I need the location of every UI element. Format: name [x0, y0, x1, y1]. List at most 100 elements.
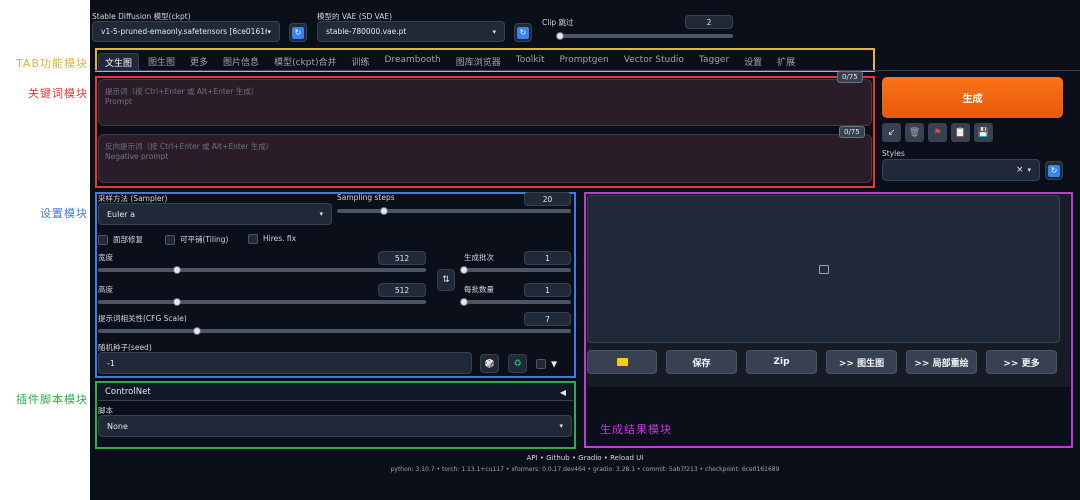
- batch-count-label: 生成批次: [464, 253, 494, 262]
- model-value: v1-5-pruned-emaonly.safetensors [6ce0161…: [101, 27, 268, 36]
- refresh-model-button[interactable]: ↻: [289, 23, 307, 42]
- trash-icon: 🗑: [908, 127, 921, 138]
- checkbox-box[interactable]: [165, 235, 175, 245]
- prompt-placeholder-1: 提示词（按 Ctrl+Enter 或 Alt+Enter 生成）: [105, 87, 259, 96]
- batch-count-input[interactable]: 1: [524, 251, 571, 265]
- annotation-keywords: 关键词模块: [28, 87, 88, 100]
- extra-networks-button[interactable]: ⚑: [928, 123, 947, 142]
- folder-icon: [616, 358, 628, 366]
- sampler-value: Euler a: [107, 209, 136, 219]
- clip-skip-input[interactable]: 2: [685, 15, 733, 29]
- tab-11[interactable]: Tagger: [693, 53, 735, 71]
- tab-12[interactable]: 设置: [738, 53, 768, 71]
- controlnet-accordion[interactable]: ControlNet ◀: [98, 384, 573, 401]
- cfg-slider[interactable]: [98, 327, 571, 335]
- controlnet-label: ControlNet: [105, 387, 151, 397]
- annotation-tab: TAB功能模块: [16, 57, 88, 70]
- save-icon: 💾: [977, 127, 990, 138]
- read-params-button[interactable]: ↙: [882, 123, 901, 142]
- script-select[interactable]: None ▾: [98, 415, 572, 437]
- tab-7[interactable]: 图库浏览器: [450, 53, 507, 71]
- slider-thumb[interactable]: [172, 298, 181, 306]
- result-button-4[interactable]: >> 更多: [986, 350, 1057, 374]
- script-value: None: [107, 421, 128, 431]
- cfg-label: 提示词相关性(CFG Scale): [98, 314, 187, 323]
- arrow-icon: ↙: [887, 127, 896, 138]
- result-button-3[interactable]: >> 局部重绘: [906, 350, 977, 374]
- sampler-select[interactable]: Euler a ▾: [98, 203, 332, 225]
- reuse-seed-button[interactable]: ♻: [508, 354, 527, 373]
- checkbox-box[interactable]: [98, 235, 108, 245]
- negative-placeholder-2: Negative prompt: [105, 152, 169, 161]
- styles-select[interactable]: × ▾: [882, 159, 1040, 181]
- random-seed-button[interactable]: 🎲: [480, 354, 499, 373]
- batch-count-slider[interactable]: [460, 266, 571, 274]
- slider-thumb[interactable]: [556, 32, 564, 40]
- prompt-textarea[interactable]: 提示词（按 Ctrl+Enter 或 Alt+Enter 生成） Prompt: [98, 79, 872, 126]
- styles-label: Styles: [882, 149, 905, 158]
- width-slider[interactable]: [98, 266, 426, 274]
- tab-6[interactable]: Dreambooth: [379, 53, 447, 71]
- vae-select[interactable]: stable-780000.vae.pt ▾: [317, 21, 505, 42]
- result-button-0[interactable]: 保存: [666, 350, 737, 374]
- hires-checkbox[interactable]: Hires. fix: [248, 234, 296, 244]
- face-restore-checkbox[interactable]: 面部修复: [98, 234, 143, 245]
- checkbox-box[interactable]: [248, 234, 258, 244]
- slider-thumb[interactable]: [460, 266, 468, 274]
- footer-versions: python: 3.10.7 • torch: 1.13.1+cu117 • x…: [390, 466, 780, 473]
- result-button-1[interactable]: Zip: [746, 350, 817, 374]
- extra-seed-toggle[interactable]: ▼: [536, 359, 557, 369]
- clip-skip-slider[interactable]: [556, 32, 733, 40]
- cfg-input[interactable]: 7: [524, 312, 571, 326]
- slider-thumb[interactable]: [379, 207, 388, 215]
- tab-13[interactable]: 扩展: [771, 53, 801, 71]
- steps-slider[interactable]: [337, 207, 571, 215]
- negative-placeholder-1: 反向提示词（按 Ctrl+Enter 或 Alt+Enter 生成）: [105, 142, 274, 151]
- flag-icon: ⚑: [933, 127, 942, 138]
- tiling-checkbox[interactable]: 可平铺(Tiling): [165, 234, 228, 245]
- generate-button[interactable]: 生成: [882, 77, 1063, 118]
- swap-dimensions-button[interactable]: ⇅: [437, 269, 455, 291]
- tab-3[interactable]: 图片信息: [217, 53, 265, 71]
- clear-prompt-button[interactable]: 🗑: [905, 123, 924, 142]
- tab-4[interactable]: 模型(ckpt)合并: [268, 53, 342, 71]
- seed-input[interactable]: -1: [98, 352, 472, 374]
- footer-links[interactable]: API • Github • Gradio • Reload UI: [90, 454, 1080, 462]
- open-folder-button[interactable]: [587, 350, 657, 374]
- batch-size-label: 每批数量: [464, 285, 494, 294]
- prompt-token-counter: 0/75: [837, 71, 863, 83]
- width-input[interactable]: 512: [378, 251, 426, 265]
- slider-thumb[interactable]: [172, 266, 181, 274]
- save-style-button[interactable]: 💾: [974, 123, 993, 142]
- height-input[interactable]: 512: [378, 283, 426, 297]
- model-select[interactable]: v1-5-pruned-emaonly.safetensors [6ce0161…: [92, 21, 280, 42]
- annotation-plugins: 插件脚本模块: [16, 393, 88, 406]
- tab-0[interactable]: 文生图: [98, 53, 140, 71]
- tab-9[interactable]: Promptgen: [553, 53, 614, 71]
- tab-5[interactable]: 训练: [346, 53, 376, 71]
- prompt-tools: ↙ 🗑 ⚑ 📋 💾: [882, 123, 993, 142]
- refresh-icon: ↻: [292, 26, 304, 39]
- result-button-2[interactable]: >> 图生图: [826, 350, 897, 374]
- negative-prompt-textarea[interactable]: 反向提示词（按 Ctrl+Enter 或 Alt+Enter 生成） Negat…: [98, 134, 872, 183]
- refresh-vae-button[interactable]: ↻: [514, 23, 532, 42]
- webui-app: Stable Diffusion 模型(ckpt) v1-5-pruned-em…: [90, 0, 1080, 500]
- swap-icon: ⇅: [442, 275, 450, 285]
- refresh-styles-button[interactable]: ↻: [1045, 161, 1063, 180]
- clear-icon[interactable]: ×: [1016, 165, 1024, 175]
- tab-10[interactable]: Vector Studio: [618, 53, 690, 71]
- prompt-placeholder-2: Prompt: [105, 97, 132, 106]
- tab-1[interactable]: 图生图: [142, 53, 181, 71]
- height-slider[interactable]: [98, 298, 426, 306]
- tab-8[interactable]: Toolkit: [510, 53, 551, 71]
- batch-size-slider[interactable]: [460, 298, 571, 306]
- tab-2[interactable]: 更多: [184, 53, 214, 71]
- refresh-icon: ↻: [1048, 164, 1060, 177]
- checkbox-box[interactable]: [536, 359, 546, 369]
- slider-thumb[interactable]: [460, 298, 468, 306]
- steps-input[interactable]: 20: [524, 192, 571, 206]
- caret-down-icon: ▼: [551, 359, 558, 369]
- apply-style-button[interactable]: 📋: [951, 123, 970, 142]
- chevron-down-icon: ▾: [492, 27, 496, 36]
- batch-size-input[interactable]: 1: [524, 283, 571, 297]
